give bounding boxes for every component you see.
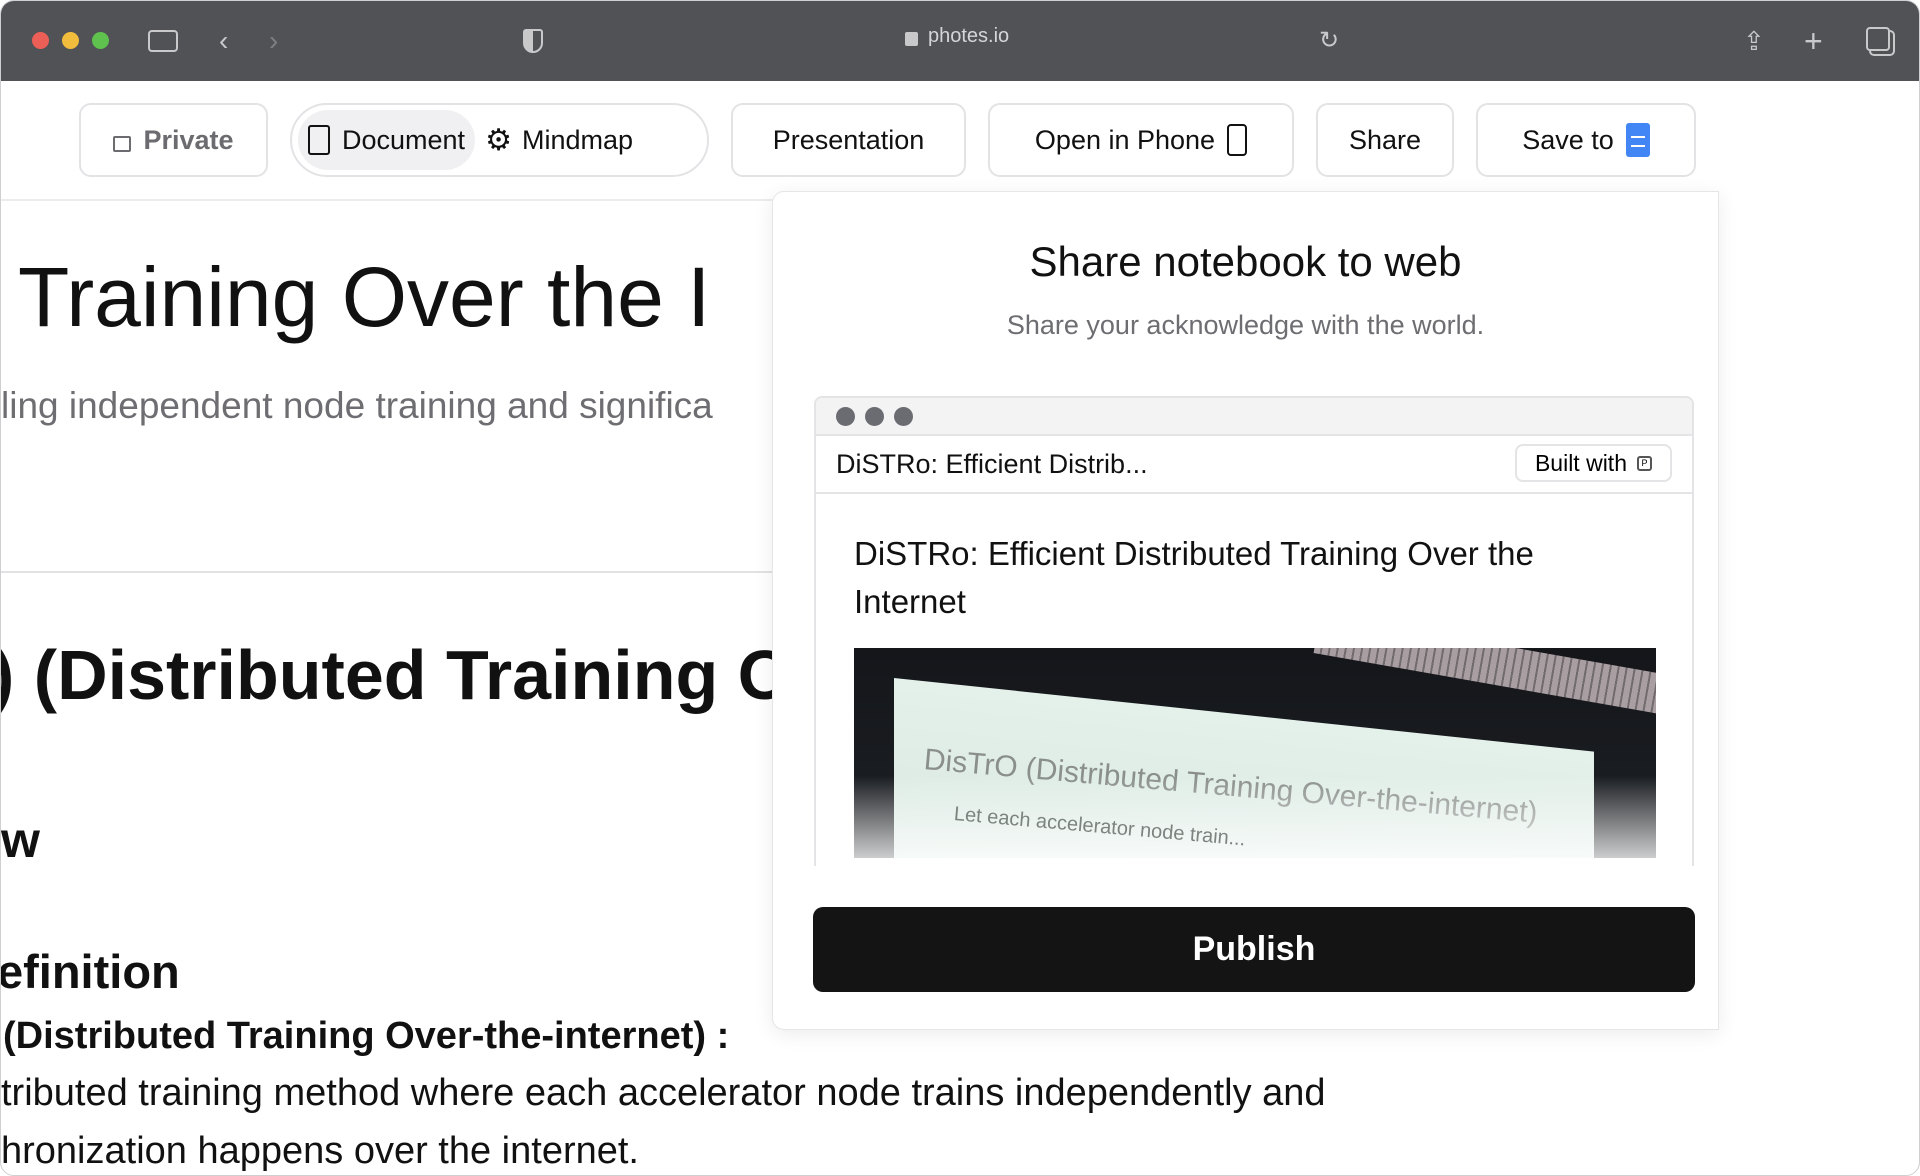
- lock-icon: [905, 32, 918, 46]
- share-button[interactable]: Share: [1316, 103, 1454, 177]
- save-to-button[interactable]: Save to: [1476, 103, 1696, 177]
- tab-mindmap[interactable]: ⚙ Mindmap: [475, 110, 643, 170]
- reload-icon[interactable]: ↻: [1319, 23, 1339, 59]
- google-docs-icon: [1625, 123, 1650, 157]
- paragraph-line: tributed training method where each acce…: [1, 1072, 1326, 1114]
- divider: [1, 571, 772, 573]
- phone-icon: [1227, 124, 1248, 156]
- share-popup: Share notebook to web Share your acknowl…: [772, 191, 1719, 1030]
- built-with-badge[interactable]: Built with P: [1514, 444, 1672, 482]
- document-label: Document: [342, 124, 466, 155]
- section-heading: ) (Distributed Training O: [0, 636, 793, 714]
- presentation-label: Presentation: [772, 124, 925, 155]
- presentation-button[interactable]: Presentation: [731, 103, 966, 177]
- window-dot-icon: [836, 407, 855, 426]
- photes-logo-icon: P: [1637, 455, 1652, 471]
- private-button[interactable]: Private: [79, 103, 268, 177]
- document-subtitle: ling independent node training and signi…: [1, 385, 713, 426]
- window-dot-icon: [865, 407, 884, 426]
- back-icon[interactable]: ‹: [219, 23, 228, 59]
- definition-term: (Distributed Training Over-the-internet)…: [3, 1015, 730, 1057]
- view-toggle: Document ⚙ Mindmap: [290, 103, 709, 177]
- shield-icon[interactable]: [523, 29, 543, 53]
- minimize-window-button[interactable]: [62, 32, 79, 49]
- tabs-icon[interactable]: [1866, 27, 1890, 51]
- popup-title: Share notebook to web: [1029, 238, 1462, 285]
- close-window-button[interactable]: [32, 32, 49, 49]
- preview-card: DiSTRo: Efficient Distrib... Built with …: [814, 396, 1694, 866]
- browser-titlebar: ‹ › photes.io ↻ ⇪ +: [1, 1, 1919, 81]
- new-tab-icon[interactable]: +: [1804, 23, 1823, 59]
- forward-icon[interactable]: ›: [269, 23, 278, 59]
- ceiling-lights: [1313, 648, 1656, 723]
- mindmap-label: Mindmap: [521, 124, 634, 155]
- preview-header: DiSTRo: Efficient Distrib... Built with …: [816, 436, 1692, 494]
- built-with-label: Built with: [1534, 449, 1627, 476]
- preview-tab-title: DiSTRo: Efficient Distrib...: [836, 449, 1148, 479]
- popup-subtitle: Share your acknowledge with the world.: [1006, 310, 1485, 340]
- paragraph-line: hronization happens over the internet.: [1, 1130, 639, 1172]
- preview-window-bar: [816, 398, 1692, 436]
- document-icon: [308, 125, 330, 155]
- sidebar-icon[interactable]: [148, 30, 178, 52]
- save-to-label: Save to: [1522, 124, 1614, 155]
- lock-icon: [113, 136, 132, 152]
- document-title: Training Over the I: [18, 250, 711, 344]
- publish-button[interactable]: Publish: [813, 907, 1695, 992]
- share-icon[interactable]: ⇪: [1743, 23, 1765, 59]
- preview-heading: DiSTRo: Efficient Distributed Training O…: [854, 535, 1534, 620]
- tab-document[interactable]: Document: [298, 110, 476, 170]
- zoom-window-button[interactable]: [92, 32, 109, 49]
- private-label: Private: [143, 124, 234, 155]
- browser-window: ‹ › photes.io ↻ ⇪ + Private Document ⚙ M…: [0, 0, 1920, 1176]
- preview-fade: [816, 776, 1692, 866]
- subsection-heading: w: [1, 812, 40, 868]
- open-in-phone-button[interactable]: Open in Phone: [988, 103, 1294, 177]
- window-dot-icon: [894, 407, 913, 426]
- address-bar[interactable]: photes.io: [928, 25, 1009, 48]
- definition-heading: efinition: [0, 945, 180, 998]
- open-in-phone-label: Open in Phone: [1034, 124, 1216, 155]
- mindmap-icon: ⚙: [485, 123, 512, 157]
- share-label: Share: [1348, 124, 1422, 155]
